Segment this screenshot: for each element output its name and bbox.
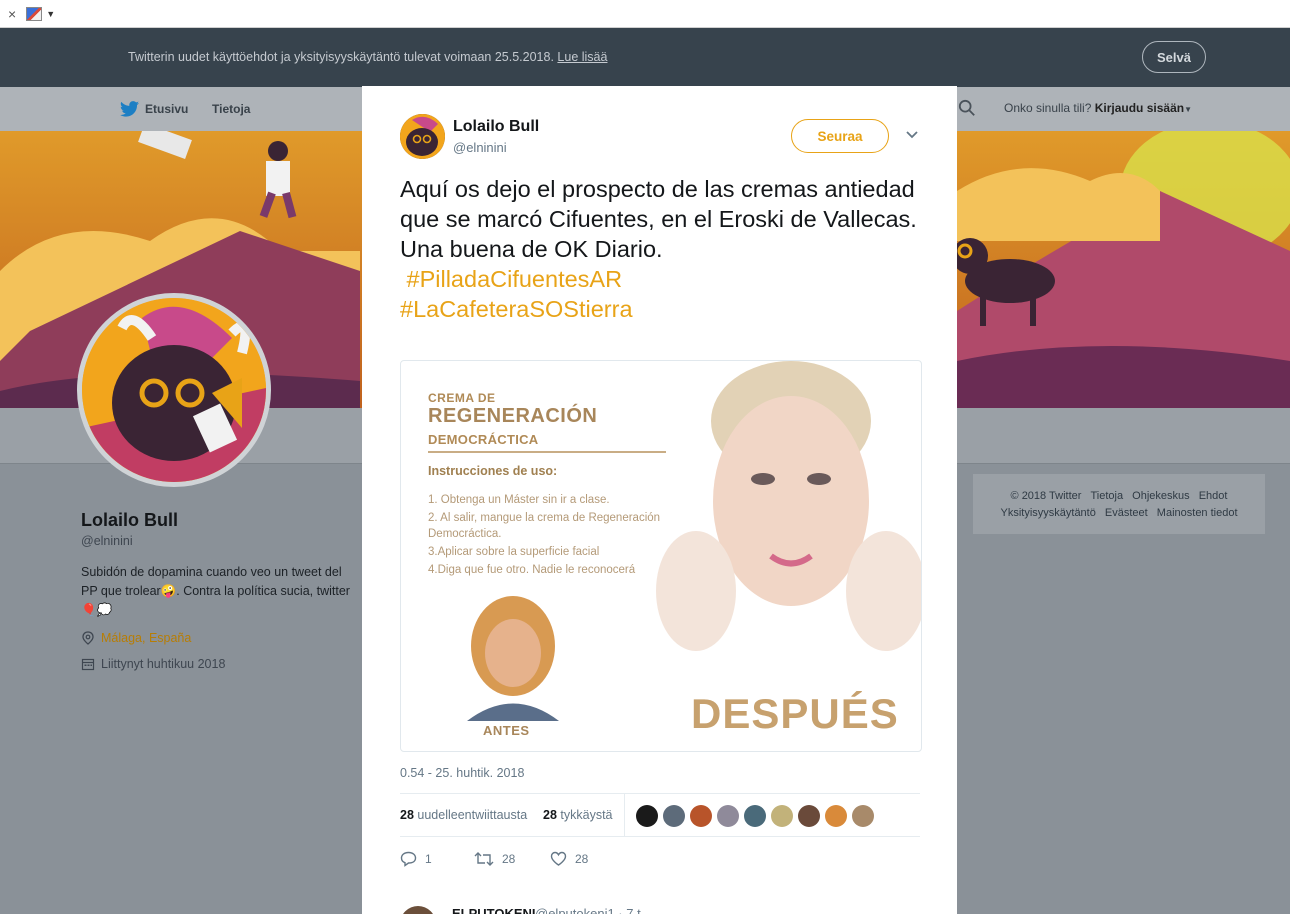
browser-bar: × ▼ [0,0,1290,28]
location-pin-icon [82,631,94,645]
like-label: tykkäystä [560,808,613,822]
liker-avatar[interactable] [717,805,739,827]
after-label: DESPUÉS [691,690,899,737]
profile-joined: Liittynyt huhtikuu 2018 [81,657,225,671]
footer-copyright: © 2018 Twitter [1010,490,1082,502]
liker-avatar[interactable] [798,805,820,827]
hashtag-link[interactable]: #LaCafeteraSOStierra [400,294,925,324]
heart-icon [550,851,567,866]
stats-divider [624,794,625,836]
joined-text: Liittynyt huhtikuu 2018 [101,657,226,671]
nav-about[interactable]: Tietoja [212,102,250,116]
notice-text: Twitterin uudet käyttöehdot ja yksityisy… [128,50,607,64]
notice-message: Twitterin uudet käyttöehdot ja yksityisy… [128,50,554,64]
tweet-image[interactable]: CREMA DE REGENERACIÓN DEMOCRÁCTICA Instr… [400,360,922,752]
liker-avatar[interactable] [744,805,766,827]
close-icon[interactable]: × [8,6,16,22]
liker-avatar[interactable] [636,805,658,827]
footer-link-terms[interactable]: Ehdot [1199,490,1228,502]
bull-avatar-small [400,114,445,159]
flag-icon[interactable] [26,6,43,21]
bull-avatar-image [82,298,266,482]
like-action-count: 28 [575,852,589,866]
twitter-bird-icon[interactable] [120,101,139,117]
next-tweet-author[interactable]: ELPUTOKENI [452,906,536,914]
before-portrait [467,596,559,721]
tweet-modal: Lolailo Bull @elninini Seuraa Aquí os de… [362,86,957,914]
image-divider [428,451,666,453]
footer-link-privacy[interactable]: Yksityisyyskäytäntö [1000,507,1095,519]
footer-link-ads[interactable]: Mainosten tiedot [1157,507,1238,519]
profile-avatar[interactable] [77,293,271,487]
follow-button[interactable]: Seuraa [791,119,889,153]
profile-handle: @elninini [81,534,133,548]
search-icon[interactable] [958,99,976,117]
tweet-text-line: Una buena de OK Diario. [400,236,663,262]
tweet-author-handle[interactable]: @elninini [453,140,507,155]
profile-bio: Subidón de dopamina cuando veo un tweet … [81,565,350,617]
image-subheading: DEMOCRÁCTICA [428,432,539,447]
calendar-icon [81,658,95,671]
next-tweet-avatar[interactable] [400,906,436,914]
login-area: Onko sinulla tili? Kirjaudu sisään▼ [1004,101,1192,115]
liker-avatar[interactable] [771,805,793,827]
liker-avatar[interactable] [825,805,847,827]
chevron-down-icon[interactable]: ▼ [46,9,55,19]
footer-link-about[interactable]: Tietoja [1090,490,1123,502]
like-count: 28 [543,808,557,822]
like-action[interactable]: 28 [550,851,588,867]
terms-notice-bar: Twitterin uudet käyttöehdot ja yksityisy… [0,28,1290,87]
retweet-icon [474,852,494,866]
tweet-text-line: Aquí os dejo el prospecto de las cremas … [400,176,917,232]
login-link[interactable]: Kirjaudu sisään [1095,101,1184,115]
next-tweet-preview[interactable]: ELPUTOKENI @elputokeni1 · 7 t [400,904,920,914]
retweet-stat[interactable]: 28 uudelleentwiittausta [400,808,527,822]
retweet-label: uudelleentwiittausta [417,808,528,822]
tweet-stats: 28 uudelleentwiittausta 28 tykkäystä [400,793,920,837]
profile-name: Lolailo Bull [81,510,178,530]
image-heading: REGENERACIÓN [428,405,598,427]
reply-action[interactable]: 1 [400,851,432,867]
dismiss-notice-button[interactable]: Selvä [1142,41,1206,73]
tweet-timestamp[interactable]: 0.54 - 25. huhtik. 2018 [400,766,524,780]
reply-count: 1 [425,852,432,866]
read-more-link[interactable]: Lue lisää [557,50,607,64]
before-label: ANTES [483,723,530,738]
chevron-down-icon[interactable] [905,130,919,140]
liker-avatar[interactable] [690,805,712,827]
footer-links: © 2018 Twitter Tietoja Ohjekeskus Ehdot … [973,474,1265,534]
image-caption: CREMA DE [428,391,496,405]
liker-avatar[interactable] [852,805,874,827]
login-prompt: Onko sinulla tili? [1004,101,1092,115]
footer-link-cookies[interactable]: Evästeet [1105,507,1148,519]
retweet-action[interactable]: 28 [474,851,515,867]
nav-home[interactable]: Etusivu [145,102,188,116]
hashtag-link[interactable]: #PilladaCifuentesAR [400,264,925,294]
retweet-count: 28 [400,808,414,822]
reply-icon [400,851,417,867]
chevron-down-icon[interactable]: ▼ [1184,105,1192,114]
instructions-title: Instrucciones de uso: [428,464,558,478]
profile-location: Málaga, España [81,631,191,645]
location-link[interactable]: Málaga, España [101,631,191,645]
tweet-text: Aquí os dejo el prospecto de las cremas … [400,174,925,324]
like-stat[interactable]: 28 tykkäystä [543,808,613,822]
liker-avatar[interactable] [663,805,685,827]
footer-link-help[interactable]: Ohjekeskus [1132,490,1189,502]
retweet-action-count: 28 [502,852,516,866]
next-tweet-handle: @elputokeni1 · 7 t [535,906,641,914]
tweet-author-name[interactable]: Lolailo Bull [453,118,539,136]
after-portrait [656,361,921,651]
tweet-author-avatar[interactable] [400,114,445,159]
